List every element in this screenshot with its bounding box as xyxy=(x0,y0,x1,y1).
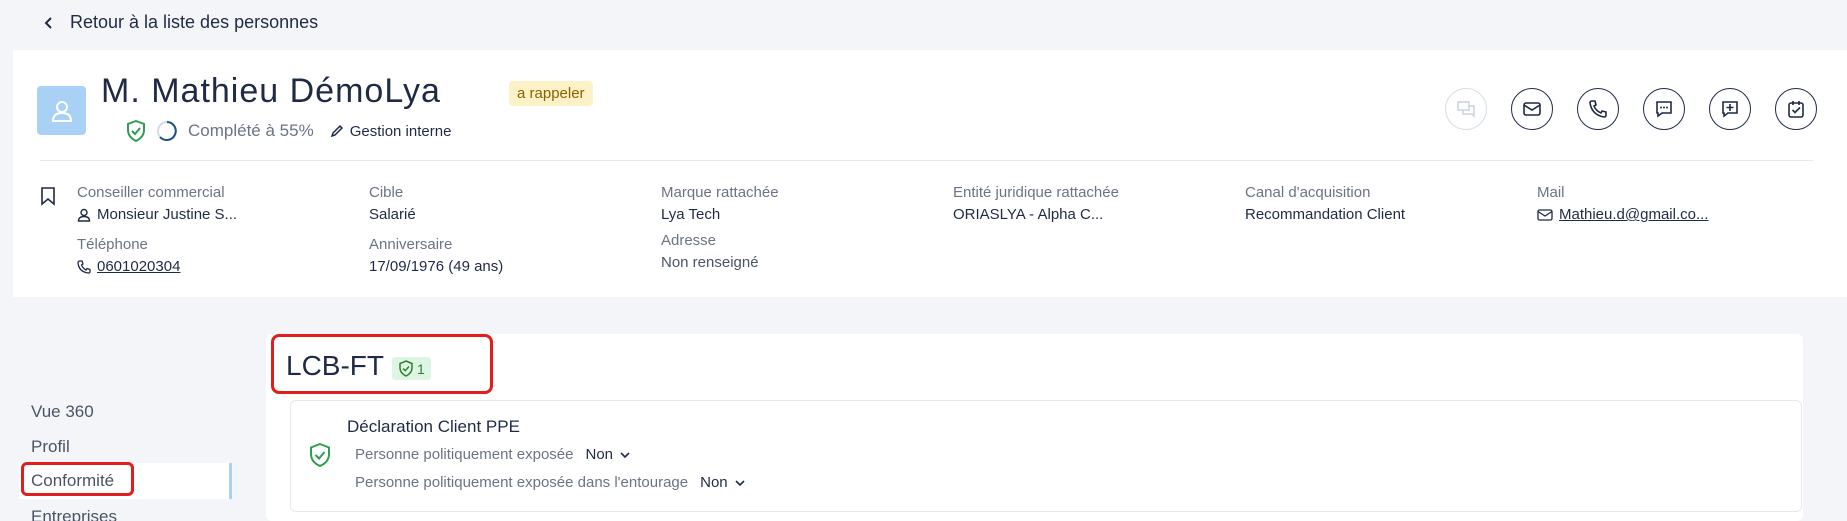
field-label: Mail xyxy=(1537,184,1565,201)
chat-icon xyxy=(1457,101,1475,118)
chat-button[interactable] xyxy=(1445,88,1487,130)
chevron-down-icon xyxy=(735,479,745,486)
management-edit[interactable]: Gestion interne xyxy=(330,122,452,140)
field-label: Marque rattachée xyxy=(661,184,779,201)
nav-item-profil[interactable]: Profil xyxy=(31,437,70,457)
user-icon xyxy=(51,100,72,122)
bookmark-icon xyxy=(41,187,55,206)
field-address: Adresse Non renseigné xyxy=(661,232,759,271)
field-value: Monsieur Justine S... xyxy=(77,206,237,223)
progress-ring-icon xyxy=(157,121,177,141)
nav-item-entreprises[interactable]: Entreprises xyxy=(31,507,117,521)
ppe-entourage-row: Personne politiquement exposée dans l'en… xyxy=(355,474,746,491)
mail-icon xyxy=(1523,102,1541,116)
field-value: Non renseigné xyxy=(661,254,759,271)
mail-link[interactable]: Mathieu.d@gmail.co... xyxy=(1537,206,1708,223)
sidebar-nav: Vue 360 Profil Conformité Entreprises xyxy=(13,300,232,521)
field-label: Anniversaire xyxy=(369,236,453,253)
field-brand: Marque rattachée Lya Tech xyxy=(661,184,779,223)
field-value: ORIASLYA - Alpha C... xyxy=(953,206,1104,223)
field-value: Salarié xyxy=(369,206,416,223)
highlight-box xyxy=(21,462,134,496)
ppe-entourage-select[interactable]: Non xyxy=(700,474,746,491)
person-header-card: M. Mathieu DémoLya a rappeler Complété à… xyxy=(13,50,1847,297)
add-note-icon xyxy=(1722,101,1738,118)
field-target: Cible Salarié xyxy=(369,184,416,223)
phone-link[interactable]: 0601020304 xyxy=(77,258,180,275)
row-label: Personne politiquement exposée xyxy=(355,446,574,463)
status-row: Complété à 55% Gestion interne xyxy=(126,120,451,142)
conformity-card: LCB-FT 1 Déclaration Client PPE Personne… xyxy=(266,334,1803,521)
person-icon xyxy=(77,208,91,222)
add-task-button[interactable] xyxy=(1775,88,1817,130)
highlight-box xyxy=(271,334,493,394)
field-label: Conseiller commercial xyxy=(77,184,225,201)
phone-icon xyxy=(1589,100,1607,118)
bookmark-button[interactable] xyxy=(40,186,56,211)
field-advisor: Conseiller commercial Monsieur Justine S… xyxy=(77,184,237,223)
field-channel: Canal d'acquisition Recommandation Clien… xyxy=(1245,184,1405,223)
field-entity: Entité juridique rattachée ORIASLYA - Al… xyxy=(953,184,1119,223)
phone-value: 0601020304 xyxy=(97,258,181,275)
ppe-row: Personne politiquement exposée Non xyxy=(355,446,631,463)
message-button[interactable] xyxy=(1643,88,1685,130)
shield-check-icon xyxy=(127,120,145,142)
mail-value: Mathieu.d@gmail.co... xyxy=(1559,206,1709,223)
field-value: 17/09/1976 (49 ans) xyxy=(369,258,504,275)
declaration-card: Déclaration Client PPE Personne politiqu… xyxy=(290,400,1802,512)
field-value: Recommandation Client xyxy=(1245,206,1406,223)
pencil-icon xyxy=(330,124,343,138)
field-value: Lya Tech xyxy=(661,206,721,223)
person-name: M. Mathieu DémoLya xyxy=(101,72,441,110)
management-label: Gestion interne xyxy=(349,122,452,140)
field-label: Canal d'acquisition xyxy=(1245,184,1371,201)
mail-icon xyxy=(1537,208,1553,221)
field-label: Entité juridique rattachée xyxy=(953,184,1119,201)
action-buttons xyxy=(1445,88,1817,130)
advisor-name: Monsieur Justine S... xyxy=(97,206,238,223)
field-birthday: Anniversaire 17/09/1976 (49 ans) xyxy=(369,236,503,275)
call-button[interactable] xyxy=(1577,88,1619,130)
ppe-select[interactable]: Non xyxy=(585,446,631,463)
field-label: Téléphone xyxy=(77,236,148,253)
header-divider xyxy=(40,160,1813,161)
back-link-label: Retour à la liste des personnes xyxy=(70,12,319,32)
checklist-icon xyxy=(1788,101,1804,118)
status-tag[interactable]: a rappeler xyxy=(509,81,593,106)
row-label: Personne politiquement exposée dans l'en… xyxy=(355,474,689,491)
nav-item-vue360[interactable]: Vue 360 xyxy=(31,402,94,422)
chevron-down-icon xyxy=(620,451,630,458)
email-button[interactable] xyxy=(1511,88,1553,130)
declaration-title: Déclaration Client PPE xyxy=(347,417,520,436)
field-phone: Téléphone 0601020304 xyxy=(77,236,180,275)
message-icon xyxy=(1656,101,1672,118)
field-label: Adresse xyxy=(661,232,717,249)
select-value: Non xyxy=(700,474,728,491)
completion-text: Complété à 55% xyxy=(188,121,314,140)
add-note-button[interactable] xyxy=(1709,88,1751,130)
phone-icon xyxy=(77,259,91,274)
field-label: Cible xyxy=(369,184,404,201)
chevron-left-icon xyxy=(44,16,52,29)
select-value: Non xyxy=(585,446,614,463)
back-link[interactable]: Retour à la liste des personnes xyxy=(42,12,318,33)
avatar xyxy=(37,86,86,135)
field-mail: Mail Mathieu.d@gmail.co... xyxy=(1537,184,1708,223)
shield-check-icon xyxy=(309,442,331,472)
